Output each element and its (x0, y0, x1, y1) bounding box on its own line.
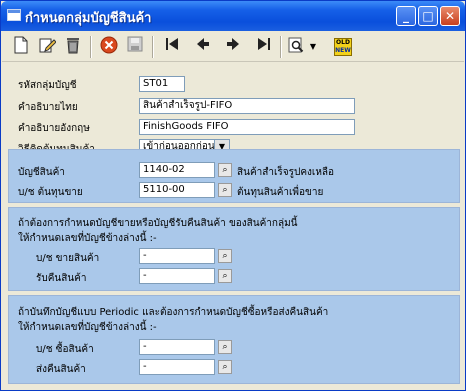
purchase-account-label: บ/ช ซื้อสินค้า (36, 344, 94, 355)
old-new-icon[interactable]: OLD NEW (332, 36, 354, 58)
close-button[interactable]: ✕ (440, 6, 460, 26)
cogs-account-label: บ/ช ต้นทุนขาย (18, 187, 83, 198)
desc-thai-input[interactable]: สินค้าสำเร็จรูป-FIFO (139, 98, 355, 114)
purchase-return-input[interactable]: - (139, 359, 215, 375)
app-window: กำหนดกลุ่มบัญชีสินค้า _ □ ✕ ▼ OLD NEW รห… (0, 0, 466, 391)
lookup-icon[interactable]: ⌕ (218, 340, 232, 354)
cogs-account-desc: ต้นทุนสินค้าเพื่อขาย (237, 187, 324, 198)
inventory-account-desc: สินค้าสำเร็จรูปคงเหลือ (237, 167, 335, 178)
minimize-button[interactable]: _ (396, 6, 416, 26)
toolbar-separator (90, 36, 92, 58)
periodic-panel: ถ้าบันทึกบัญชีแบบ Periodic และต้องการกำห… (8, 295, 460, 384)
lookup-icon[interactable]: ⌕ (218, 249, 232, 263)
delete-icon[interactable] (62, 36, 84, 58)
purchase-return-label: ส่งคืนสินค้า (36, 364, 86, 375)
save-icon[interactable] (124, 36, 146, 58)
cancel-icon[interactable] (98, 36, 120, 58)
next-icon[interactable] (222, 36, 244, 58)
form-content: รหัสกลุ่มบัญชี ST01 คำอธิบายไทย สินค้าสำ… (5, 65, 461, 387)
desc-thai-label: คำอธิบายไทย (18, 102, 78, 113)
sales-account-label: บ/ช ขายสินค้า (36, 253, 100, 264)
lookup-icon[interactable]: ⌕ (218, 360, 232, 374)
old-label: OLD (336, 39, 350, 46)
accounts-panel: บัญชีสินค้า 1140-02 ⌕ สินค้าสำเร็จรูปคงเ… (8, 149, 460, 203)
return-account-input[interactable]: - (139, 268, 215, 284)
periodic-note-line1: ถ้าบันทึกบัญชีแบบ Periodic และต้องการกำห… (18, 307, 329, 318)
sales-account-input[interactable]: - (139, 248, 215, 264)
return-account-label: รับคืนสินค้า (36, 273, 87, 284)
toolbar: ▼ OLD NEW (2, 31, 464, 62)
inventory-account-label: บัญชีสินค้า (18, 167, 65, 178)
inventory-account-input[interactable]: 1140-02 (139, 162, 215, 178)
edit-icon[interactable] (36, 36, 58, 58)
last-icon[interactable] (252, 36, 274, 58)
title-bar[interactable]: กำหนดกลุ่มบัญชีสินค้า _ □ ✕ (1, 1, 465, 31)
search-icon[interactable] (286, 36, 308, 58)
new-icon[interactable] (10, 36, 32, 58)
window-icon (7, 9, 21, 21)
maximize-button[interactable]: □ (418, 6, 438, 26)
dropdown-arrow-icon[interactable]: ▼ (308, 36, 318, 58)
window-title: กำหนดกลุ่มบัญชีสินค้า (25, 11, 152, 26)
lookup-icon[interactable]: ⌕ (218, 269, 232, 283)
toolbar-separator (280, 36, 282, 58)
toolbar-separator (152, 36, 154, 58)
sales-returns-panel: ถ้าต้องการกำหนดบัญชีขายหรือบัญชีรับคืนสิ… (8, 207, 460, 291)
sales-returns-note-line2: ให้กำหนดเลขที่บัญชีข้างล่างนี้ :- (18, 233, 157, 244)
new-label: NEW (335, 47, 351, 54)
lookup-icon[interactable]: ⌕ (218, 163, 232, 177)
sales-returns-note-line1: ถ้าต้องการกำหนดบัญชีขายหรือบัญชีรับคืนสิ… (18, 218, 298, 229)
first-icon[interactable] (162, 36, 184, 58)
group-code-input[interactable]: ST01 (139, 76, 185, 92)
cogs-account-input[interactable]: 5110-00 (139, 182, 215, 198)
purchase-account-input[interactable]: - (139, 339, 215, 355)
lookup-icon[interactable]: ⌕ (218, 183, 232, 197)
group-code-label: รหัสกลุ่มบัญชี (18, 80, 77, 91)
general-panel: รหัสกลุ่มบัญชี ST01 คำอธิบายไทย สินค้าสำ… (8, 68, 460, 155)
desc-eng-label: คำอธิบายอังกฤษ (18, 123, 90, 134)
desc-eng-input[interactable]: FinishGoods FIFO (139, 119, 355, 135)
periodic-note-line2: ให้กำหนดเลขที่บัญชีข้างล่างนี้ :- (18, 322, 157, 333)
prev-icon[interactable] (192, 36, 214, 58)
